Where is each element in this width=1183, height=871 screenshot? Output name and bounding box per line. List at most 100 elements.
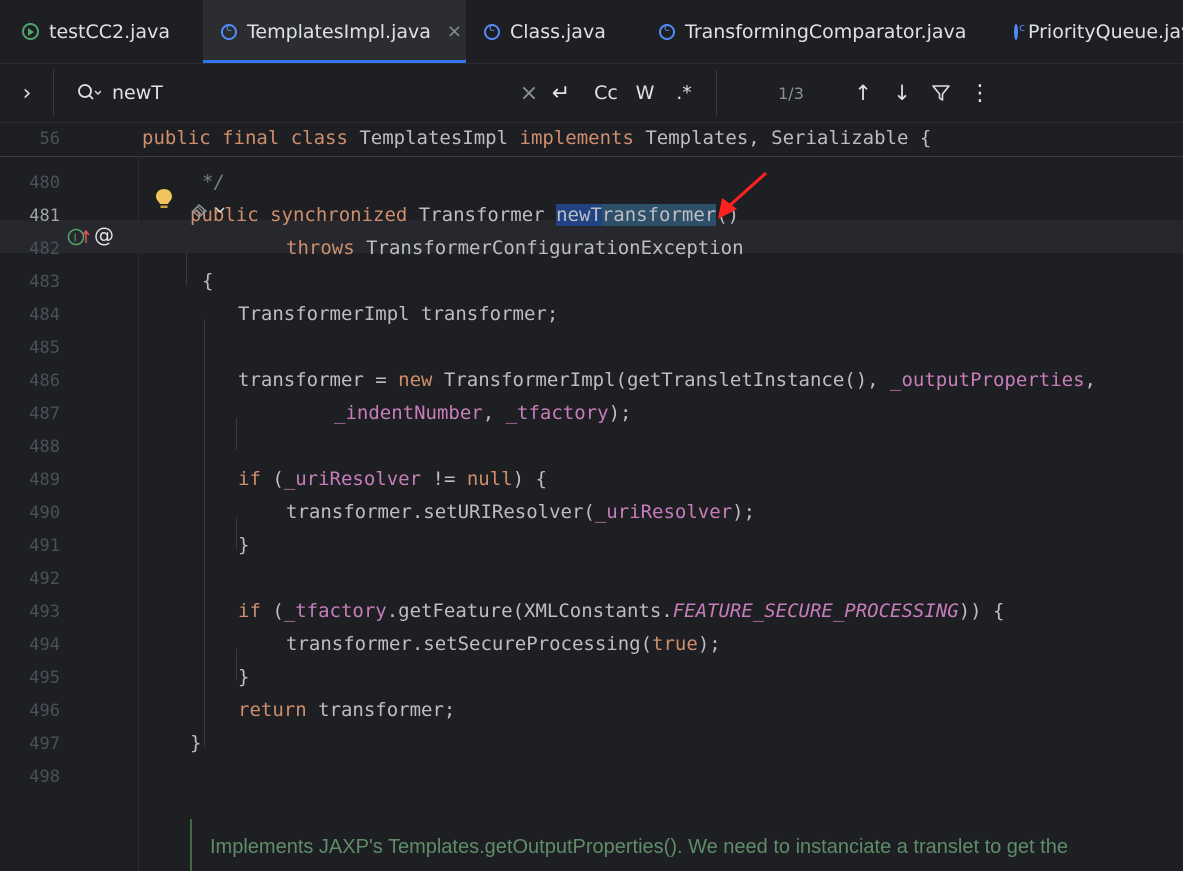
tab-transformingcomparator[interactable]: TransformingComparator.java	[641, 0, 996, 63]
code-token: TransformerImpl transformer;	[238, 303, 559, 325]
find-bar: › × ↵ Cc W .* 1/3 ↑ ↓ ⋮	[0, 64, 1183, 123]
code-token: FEATURE_SECURE_PROCESSING	[672, 600, 959, 622]
divider	[716, 70, 717, 116]
code-line: transformer.setSecureProcessing(true);	[286, 633, 721, 655]
code-token: if	[238, 468, 273, 490]
expand-replace-chevron-icon[interactable]: ›	[10, 64, 44, 122]
line-number: 480	[29, 173, 60, 193]
code-token: ,	[1084, 369, 1096, 391]
code-token: }	[190, 732, 202, 754]
search-history-icon	[78, 84, 101, 100]
filter-icon[interactable]	[928, 64, 954, 122]
code-token: null	[466, 468, 513, 490]
code-line: transformer.setURIResolver(_uriResolver)…	[286, 501, 755, 523]
code-token: _outputProperties	[890, 369, 1085, 391]
code-token: transformer.setSecureProcessing(	[286, 633, 653, 655]
line-number: 490	[29, 503, 60, 523]
class-icon	[484, 21, 500, 40]
class-icon	[221, 21, 237, 40]
code-token: (	[272, 600, 284, 622]
code-line: TransformerImpl transformer;	[238, 303, 558, 325]
tab-label: PriorityQueue.java	[1028, 20, 1183, 43]
code-line: }	[238, 666, 249, 688]
next-occurrence-icon[interactable]: ↓	[889, 64, 915, 122]
code-line: */	[202, 171, 225, 193]
code-token: _tfactory	[505, 402, 609, 424]
line-number: 496	[29, 701, 60, 721]
line-number: 488	[29, 437, 60, 457]
search-icon[interactable]	[72, 64, 106, 122]
clear-search-icon[interactable]: ×	[516, 64, 542, 122]
line-number: 481	[29, 206, 60, 226]
tab-label: TemplatesImpl.java	[247, 20, 431, 43]
code-token: }	[238, 534, 250, 556]
line-number: 487	[29, 404, 60, 424]
line-number: 494	[29, 635, 60, 655]
indent-guide	[236, 517, 237, 549]
match-case-toggle[interactable]: Cc	[590, 64, 622, 122]
tab-testcc2[interactable]: testCC2.java	[0, 0, 203, 63]
code-token: Templates, Serializable {	[645, 127, 932, 149]
whole-words-toggle[interactable]: W	[630, 64, 660, 122]
code-line: {	[202, 270, 213, 292]
class-icon	[1014, 21, 1025, 40]
code-line: return transformer;	[238, 699, 455, 721]
line-number: 495	[29, 668, 60, 688]
line-number: 491	[29, 536, 60, 556]
code-token: !=	[421, 468, 467, 490]
line-number: 498	[29, 767, 60, 787]
lightbulb-icon[interactable]	[154, 187, 174, 217]
implements-interface-icon: I	[67, 228, 90, 246]
line-number: 482	[29, 239, 60, 259]
code-line: if (_uriResolver != null) {	[238, 468, 547, 490]
regex-toggle[interactable]: .*	[668, 64, 700, 122]
sparkle-dropdown-icon	[191, 203, 225, 219]
code-token: transformer =	[238, 369, 399, 391]
svg-text:I: I	[74, 232, 77, 245]
line-number: 489	[29, 470, 60, 490]
javadoc-text: Implements JAXP's Templates.getOutputPro…	[210, 836, 1068, 858]
code-token: Transformer	[418, 204, 557, 226]
code-token: TransformerImpl(getTransletInstance(),	[443, 369, 891, 391]
code-token: new	[398, 369, 444, 391]
class-icon	[659, 21, 675, 40]
code-token: */	[202, 171, 225, 193]
previous-occurrence-icon[interactable]: ↑	[850, 64, 876, 122]
code-line: }	[238, 534, 249, 556]
code-token: public final class	[142, 127, 360, 149]
line-number: 485	[29, 338, 60, 358]
line-number: 493	[29, 602, 60, 622]
tab-templatesimpl[interactable]: TemplatesImpl.java ×	[203, 0, 466, 63]
code-token: )) {	[958, 600, 1005, 622]
code-token: transformer;	[318, 699, 456, 721]
tab-label: testCC2.java	[49, 20, 170, 43]
implementing-method-icon[interactable]: I	[67, 227, 93, 251]
more-options-icon[interactable]: ⋮	[967, 64, 993, 122]
tab-class[interactable]: Class.java	[466, 0, 641, 63]
code-token: {	[202, 270, 214, 292]
close-tab-icon[interactable]: ×	[447, 21, 462, 42]
code-token: _uriResolver	[594, 501, 733, 523]
find-input[interactable]	[112, 78, 502, 108]
code-token: _uriResolver	[283, 468, 422, 490]
code-token: ,	[482, 402, 506, 424]
annotation-icon[interactable]: @	[94, 223, 114, 247]
tab-priorityqueue[interactable]: PriorityQueue.java	[996, 0, 1183, 63]
divider	[53, 70, 54, 116]
sticky-scroll-header[interactable]: 56 public final class TemplatesImpl impl…	[0, 123, 1183, 157]
line-number: 486	[29, 371, 60, 391]
code-token: true	[652, 633, 698, 655]
indent-guide	[236, 418, 237, 450]
run-class-icon	[22, 23, 39, 40]
code-line: transformer = new TransformerImpl(getTra…	[238, 369, 1096, 391]
code-token: );	[697, 633, 721, 655]
code-line: _indentNumber, _tfactory);	[334, 402, 631, 424]
tab-label: TransformingComparator.java	[685, 20, 967, 43]
line-number: 497	[29, 734, 60, 754]
indent-guide	[186, 253, 187, 285]
multiline-icon[interactable]: ↵	[548, 64, 574, 122]
ai-actions-icon[interactable]	[190, 200, 230, 226]
class-declaration: public final class TemplatesImpl impleme…	[142, 127, 931, 149]
editor-tab-bar: testCC2.java TemplatesImpl.java × Class.jav…	[0, 0, 1183, 64]
code-editor[interactable]: 480 */ 481 public synchronized Transformer …	[0, 123, 1183, 871]
